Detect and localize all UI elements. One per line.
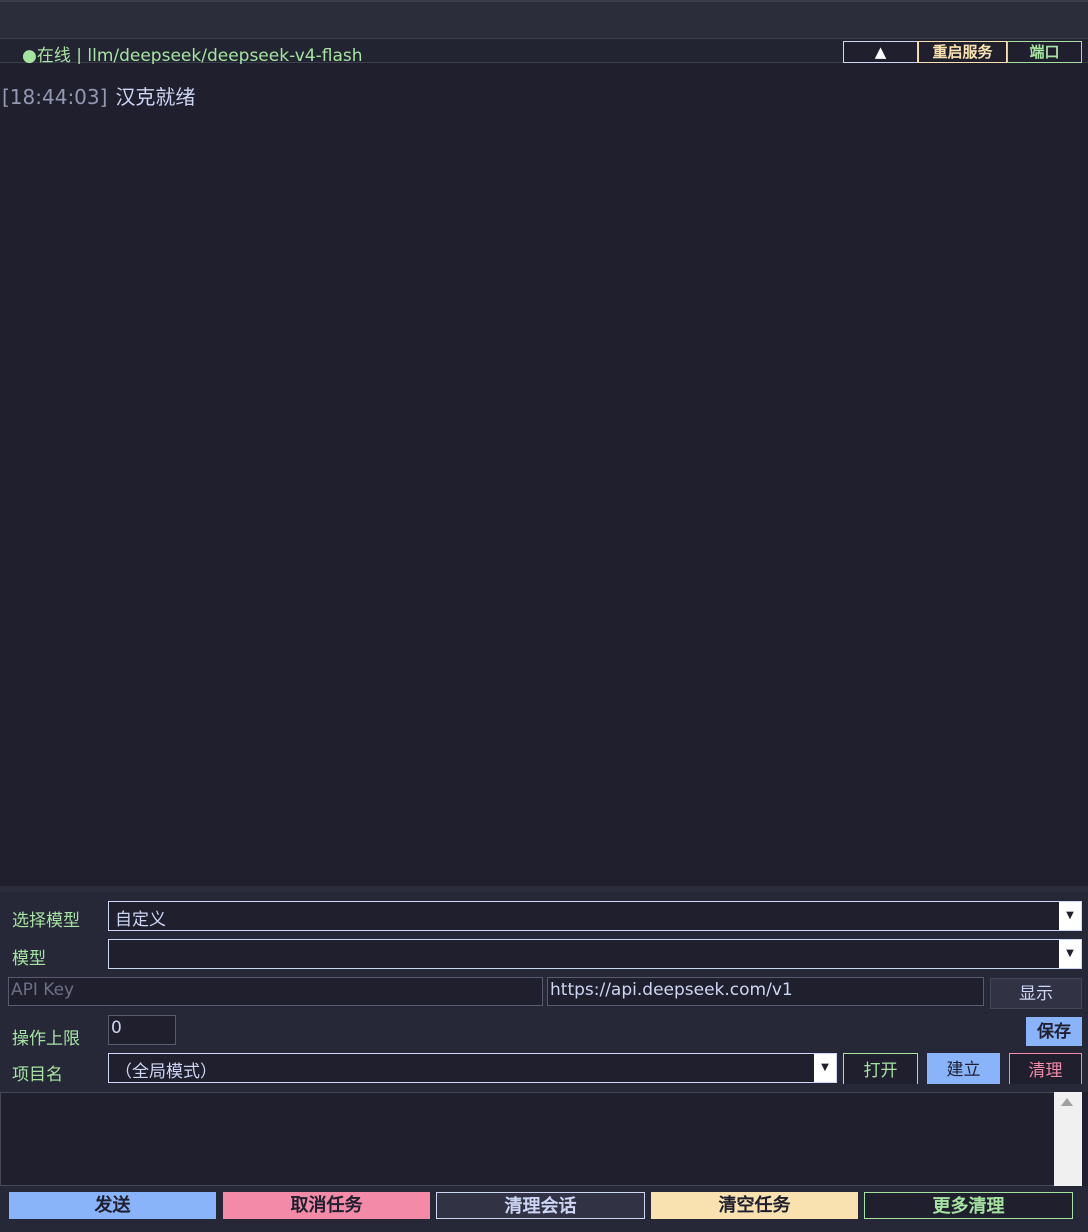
action-bar: 发送 取消任务 清理会话 清空任务 更多清理 xyxy=(0,1186,1088,1232)
clean-project-button[interactable]: 清理 xyxy=(1009,1053,1082,1084)
chevron-down-icon[interactable]: ▼ xyxy=(1059,940,1081,968)
select-model-value: 自定义 xyxy=(115,910,166,930)
log-message: 汉克就绪 xyxy=(115,85,196,109)
clear-tasks-button[interactable]: 清空任务 xyxy=(651,1192,858,1219)
window-top-bar xyxy=(0,0,1088,38)
log-timestamp: [18:44:03] xyxy=(2,85,108,109)
model-label: 模型 xyxy=(12,949,46,969)
base-url-input[interactable]: https://api.deepseek.com/v1 xyxy=(547,977,984,1006)
port-button[interactable]: 端口 xyxy=(1007,41,1082,63)
project-dropdown[interactable]: （全局模式） ▼ xyxy=(108,1053,837,1083)
log-entry: [18:44:03] 汉克就绪 xyxy=(2,81,195,110)
api-key-input[interactable]: API Key xyxy=(8,977,543,1006)
input-scrollbar[interactable] xyxy=(1054,1092,1082,1186)
restart-service-button[interactable]: 重启服务 xyxy=(918,41,1007,63)
save-button[interactable]: 保存 xyxy=(1026,1017,1082,1046)
project-label: 项目名 xyxy=(12,1065,63,1085)
clear-session-button[interactable]: 清理会话 xyxy=(436,1192,645,1219)
op-limit-label: 操作上限 xyxy=(12,1029,80,1049)
create-project-button[interactable]: 建立 xyxy=(927,1053,1000,1084)
op-limit-input[interactable]: 0 xyxy=(108,1015,176,1045)
scroll-up-icon[interactable] xyxy=(1061,1098,1073,1106)
config-panel: 选择模型 自定义 ▼ 模型 ▼ API Key https://api.deep… xyxy=(0,892,1088,1092)
open-project-button[interactable]: 打开 xyxy=(843,1053,918,1084)
message-input[interactable] xyxy=(0,1092,1054,1186)
status-bar: ●在线 | llm/deepseek/deepseek-v4-flash ▲ 重… xyxy=(0,38,1088,66)
chevron-down-icon[interactable]: ▼ xyxy=(814,1054,836,1082)
project-value: （全局模式） xyxy=(115,1062,217,1082)
model-dropdown[interactable]: ▼ xyxy=(108,939,1082,969)
api-key-placeholder: API Key xyxy=(11,980,75,1000)
chevron-down-icon[interactable]: ▼ xyxy=(1059,902,1081,930)
show-key-button[interactable]: 显示 xyxy=(990,978,1082,1009)
collapse-button[interactable]: ▲ xyxy=(843,41,918,63)
connection-status: ●在线 | llm/deepseek/deepseek-v4-flash xyxy=(22,46,363,66)
cancel-task-button[interactable]: 取消任务 xyxy=(223,1192,430,1219)
select-model-dropdown[interactable]: 自定义 ▼ xyxy=(108,901,1082,931)
chat-log: [18:44:03] 汉克就绪 xyxy=(0,64,1088,886)
send-button[interactable]: 发送 xyxy=(9,1192,216,1219)
select-model-label: 选择模型 xyxy=(12,911,80,931)
more-clean-button[interactable]: 更多清理 xyxy=(864,1192,1073,1219)
